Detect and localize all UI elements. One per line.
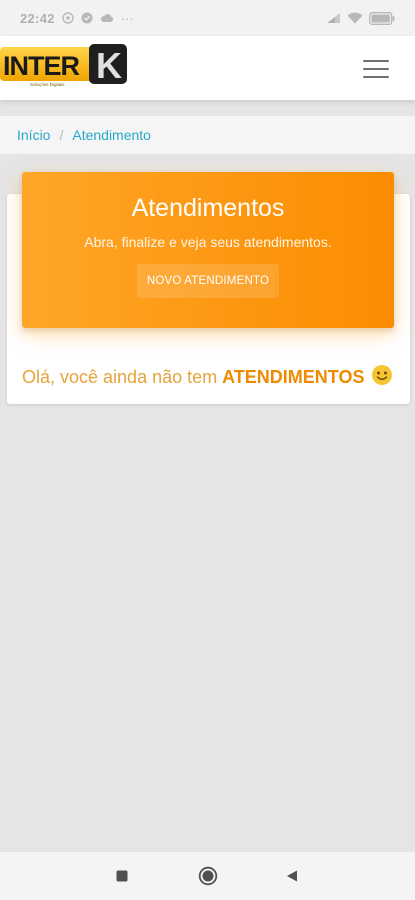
cloud-icon [100, 13, 114, 23]
card-header: Atendimentos Abra, finalize e veja seus … [22, 172, 394, 328]
check-circle-icon [81, 12, 93, 24]
hamburger-line [363, 60, 389, 62]
svg-text:K: K [96, 45, 122, 86]
navbar: INTER K Soluções Digitais [0, 36, 415, 100]
empty-message-highlight: ATENDIMENTOS [222, 367, 365, 387]
svg-text:Soluções Digitais: Soluções Digitais [30, 82, 65, 87]
wifi-icon [347, 12, 363, 24]
status-left: 22:42 ··· [20, 11, 134, 26]
empty-state-message: Olá, você ainda não tem ATENDIMENTOS [22, 363, 402, 394]
status-right [326, 11, 395, 25]
interk-logo[interactable]: INTER K Soluções Digitais [0, 44, 128, 88]
recent-apps-square-icon[interactable] [108, 852, 136, 900]
more-notifications-dots: ··· [120, 10, 134, 26]
hamburger-line [363, 76, 389, 78]
back-triangle-icon[interactable] [278, 852, 306, 900]
home-circle-icon[interactable] [194, 852, 222, 900]
card-title: Atendimentos [131, 194, 285, 222]
status-bar: 22:42 ··· [0, 0, 415, 36]
hamburger-line [363, 68, 389, 70]
smiley-icon [371, 364, 393, 394]
status-time: 22:42 [20, 10, 55, 26]
signal-icon [326, 12, 341, 24]
battery-icon [369, 11, 395, 25]
hamburger-icon[interactable] [363, 60, 389, 78]
breadcrumb: Início / Atendimento [0, 116, 415, 154]
breadcrumb-home-link[interactable]: Início [17, 127, 50, 143]
breadcrumb-separator: / [59, 127, 64, 143]
new-atendimento-button[interactable]: NOVO ATENDIMENTO [136, 264, 280, 298]
notification-circle-icon [62, 12, 74, 24]
empty-message-prefix: Olá, você ainda não tem [22, 367, 223, 387]
system-navigation-bar [0, 852, 415, 900]
svg-text:INTER: INTER [3, 51, 80, 81]
card-subtitle: Abra, finalize e veja seus atendimentos. [84, 234, 332, 250]
breadcrumb-current[interactable]: Atendimento [72, 127, 151, 143]
